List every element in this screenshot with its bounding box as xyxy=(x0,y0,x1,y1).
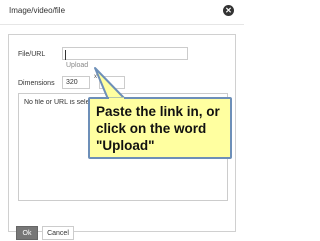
callout-pointer-join xyxy=(109,97,124,100)
